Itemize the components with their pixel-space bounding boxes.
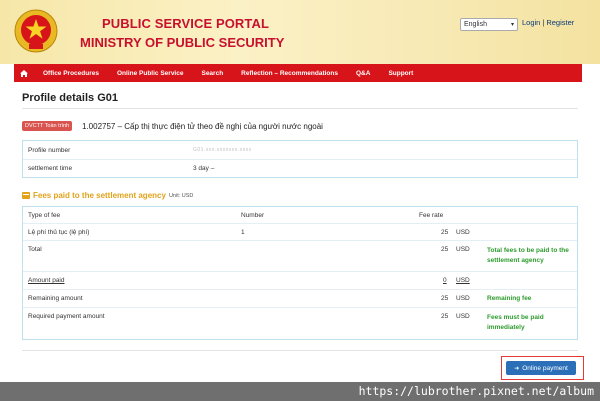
required-note: Fees must be paid immediately	[487, 314, 544, 331]
fees-heading: Fees paid to the settlement agency Unit:…	[22, 191, 193, 200]
amount-paid-value: 0	[443, 277, 447, 284]
fee-currency: USD	[456, 229, 470, 236]
amount-paid-label: Amount paid	[28, 277, 65, 284]
ministry-emblem-icon	[14, 9, 58, 53]
chevron-down-icon: ▾	[510, 22, 514, 28]
nav-search[interactable]: Search	[192, 70, 232, 77]
language-select[interactable]: English ▾	[460, 18, 518, 31]
table-row: Required payment amount 25 USD Fees must…	[23, 308, 577, 340]
total-currency: USD	[456, 246, 470, 253]
arrow-right-icon: ➜	[514, 365, 520, 372]
online-payment-label: Online payment	[522, 364, 568, 372]
profile-number-label: Profile number	[28, 147, 71, 154]
settlement-time-label: settlement time	[28, 165, 73, 172]
remaining-note: Remaining fee	[487, 295, 532, 302]
col-fee-rate: Fee rate	[419, 212, 444, 219]
remaining-label: Remaining amount	[28, 295, 83, 302]
money-icon	[22, 192, 30, 199]
watermark: https://lubrother.pixnet.net/album	[0, 382, 600, 401]
divider	[22, 350, 578, 351]
required-amount: 25	[441, 313, 449, 320]
table-row: Amount paid 0 USD	[23, 272, 577, 290]
amount-paid-currency: USD	[456, 277, 470, 284]
remaining-currency: USD	[456, 295, 470, 302]
fee-amount: 25	[441, 229, 449, 236]
procedure-name: 1.002757 – Cấp thị thực điện tử theo đề …	[82, 122, 323, 131]
fees-table: Type of fee Number Fee rate Lệ phí thủ t…	[22, 206, 578, 340]
portal-title: PUBLIC SERVICE PORTAL	[102, 16, 270, 31]
total-label: Total	[28, 246, 42, 253]
ministry-title: MINISTRY OF PUBLIC SECURITY	[80, 35, 285, 50]
login-link[interactable]: Login	[522, 18, 540, 27]
nav-office-procedures[interactable]: Office Procedures	[34, 70, 108, 77]
settlement-time-value: 3 day –	[193, 165, 215, 172]
table-row: Total 25 USD Total fees to be paid to th…	[23, 241, 577, 272]
nav-home[interactable]	[14, 64, 34, 82]
fees-unit: Unit: USD	[168, 192, 194, 199]
fees-heading-text: Fees paid to the settlement agency	[33, 191, 166, 200]
home-icon	[20, 69, 28, 77]
fee-number: 1	[241, 229, 245, 236]
fee-type: Lệ phí thủ tục (lệ phí)	[28, 229, 90, 236]
procedure-badge: DVCTT Toàn trình	[22, 121, 73, 131]
nav-support[interactable]: Support	[379, 70, 422, 77]
online-payment-button[interactable]: ➜ Online payment	[506, 361, 576, 375]
nav-qa[interactable]: Q&A	[347, 70, 379, 77]
col-number: Number	[241, 212, 265, 219]
total-amount: 25	[441, 246, 449, 253]
nav-reflection-recommendations[interactable]: Reflection – Recommendations	[232, 70, 347, 77]
col-type-of-fee: Type of fee	[28, 212, 61, 219]
table-row: Lệ phí thủ tục (lệ phí) 1 25 USD	[23, 224, 577, 241]
profile-number-value: G01.xxx.xxxxxxx.xxxx	[193, 147, 252, 153]
total-note: Total fees to be paid to the settlement …	[487, 247, 569, 264]
main-nav: Office Procedures Online Public Service …	[14, 64, 582, 82]
page-title: Profile details G01	[22, 92, 118, 104]
table-row: Profile number G01.xxx.xxxxxxx.xxxx	[23, 141, 577, 160]
site-header: PUBLIC SERVICE PORTAL MINISTRY OF PUBLIC…	[0, 0, 600, 64]
required-label: Required payment amount	[28, 313, 105, 320]
profile-info-table: Profile number G01.xxx.xxxxxxx.xxxx sett…	[22, 140, 578, 178]
table-header-row: Type of fee Number Fee rate	[23, 207, 577, 224]
register-link[interactable]: Register	[546, 18, 574, 27]
nav-online-public-service[interactable]: Online Public Service	[108, 70, 192, 77]
table-row: settlement time 3 day –	[23, 160, 577, 178]
language-selected-value: English	[464, 21, 487, 28]
remaining-amount: 25	[441, 295, 449, 302]
divider	[22, 108, 578, 109]
required-currency: USD	[456, 313, 470, 320]
table-row: Remaining amount 25 USD Remaining fee	[23, 290, 577, 308]
auth-links: Login | Register	[522, 18, 574, 27]
